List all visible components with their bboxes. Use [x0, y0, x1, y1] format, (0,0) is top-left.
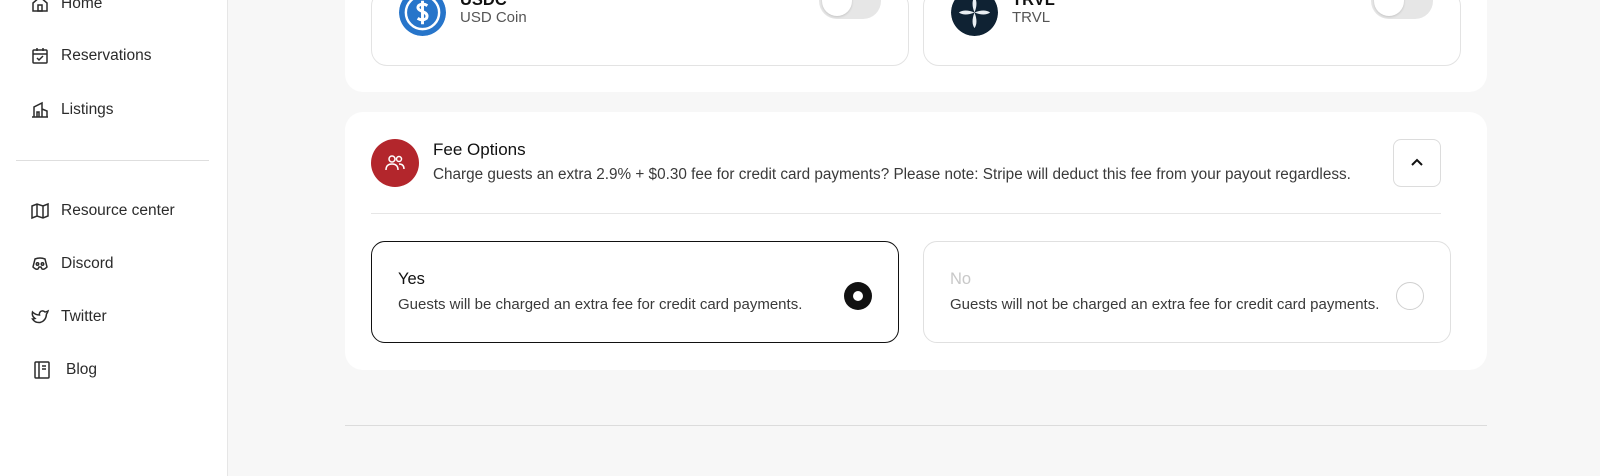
- book-icon: [34, 361, 50, 379]
- chevron-up-icon: [1411, 158, 1423, 166]
- discord-icon: [32, 257, 48, 270]
- crypto-payments-card: USDC USD Coin TRVL TRVL: [345, 0, 1487, 92]
- sidebar-item-label: Home: [61, 0, 103, 12]
- sidebar-item-discord[interactable]: Discord: [30, 252, 114, 276]
- option-description: Guests will be charged an extra fee for …: [398, 296, 803, 313]
- fee-options-description: Charge guests an extra 2.9% + $0.30 fee …: [433, 166, 1351, 183]
- building-icon: [32, 101, 48, 118]
- radio-yes[interactable]: [844, 282, 872, 310]
- sidebar: Home Reservations Listings Resource cent…: [0, 0, 228, 476]
- fee-option-no[interactable]: No Guests will not be charged an extra f…: [923, 241, 1451, 343]
- option-description: Guests will not be charged an extra fee …: [950, 296, 1380, 313]
- toggle-knob: [822, 0, 852, 16]
- toggle-knob: [1374, 0, 1404, 16]
- coin-subtitle: TRVL: [1012, 9, 1051, 26]
- sidebar-item-label: Discord: [61, 255, 114, 272]
- sidebar-item-resource-center[interactable]: Resource center: [30, 199, 175, 223]
- usdc-logo-icon: [399, 0, 446, 36]
- sidebar-item-twitter[interactable]: Twitter: [30, 305, 107, 329]
- option-title: No: [950, 270, 972, 288]
- fee-options-card: Fee Options Charge guests an extra 2.9% …: [345, 112, 1487, 370]
- map-icon: [31, 202, 49, 220]
- home-icon: [32, 0, 48, 12]
- collapse-button[interactable]: [1393, 139, 1441, 187]
- sidebar-divider: [16, 160, 209, 161]
- option-title: Yes: [398, 270, 425, 288]
- section-divider: [345, 425, 1487, 426]
- trvl-logo-icon: [951, 0, 998, 36]
- sidebar-item-home[interactable]: Home: [30, 0, 102, 16]
- sidebar-item-label: Reservations: [61, 47, 152, 64]
- radio-no[interactable]: [1396, 282, 1424, 310]
- coin-subtitle: USD Coin: [460, 9, 527, 26]
- calendar-check-icon: [32, 48, 48, 64]
- sidebar-item-label: Blog: [66, 361, 98, 378]
- crypto-option-usdc: USDC USD Coin: [371, 0, 909, 66]
- sidebar-item-label: Listings: [61, 101, 114, 118]
- sidebar-item-blog[interactable]: Blog: [30, 358, 97, 382]
- sidebar-item-listings[interactable]: Listings: [30, 98, 114, 122]
- crypto-option-trvl: TRVL TRVL: [923, 0, 1461, 66]
- sidebar-item-label: Resource center: [61, 202, 175, 219]
- users-icon: [371, 139, 419, 187]
- usdc-toggle[interactable]: [819, 0, 881, 19]
- trvl-toggle[interactable]: [1371, 0, 1433, 19]
- sidebar-item-label: Twitter: [61, 308, 107, 325]
- fee-option-yes[interactable]: Yes Guests will be charged an extra fee …: [371, 241, 899, 343]
- twitter-icon: [31, 309, 50, 324]
- sidebar-item-reservations[interactable]: Reservations: [30, 44, 151, 68]
- fee-divider: [371, 213, 1441, 214]
- fee-options-title: Fee Options: [433, 140, 526, 159]
